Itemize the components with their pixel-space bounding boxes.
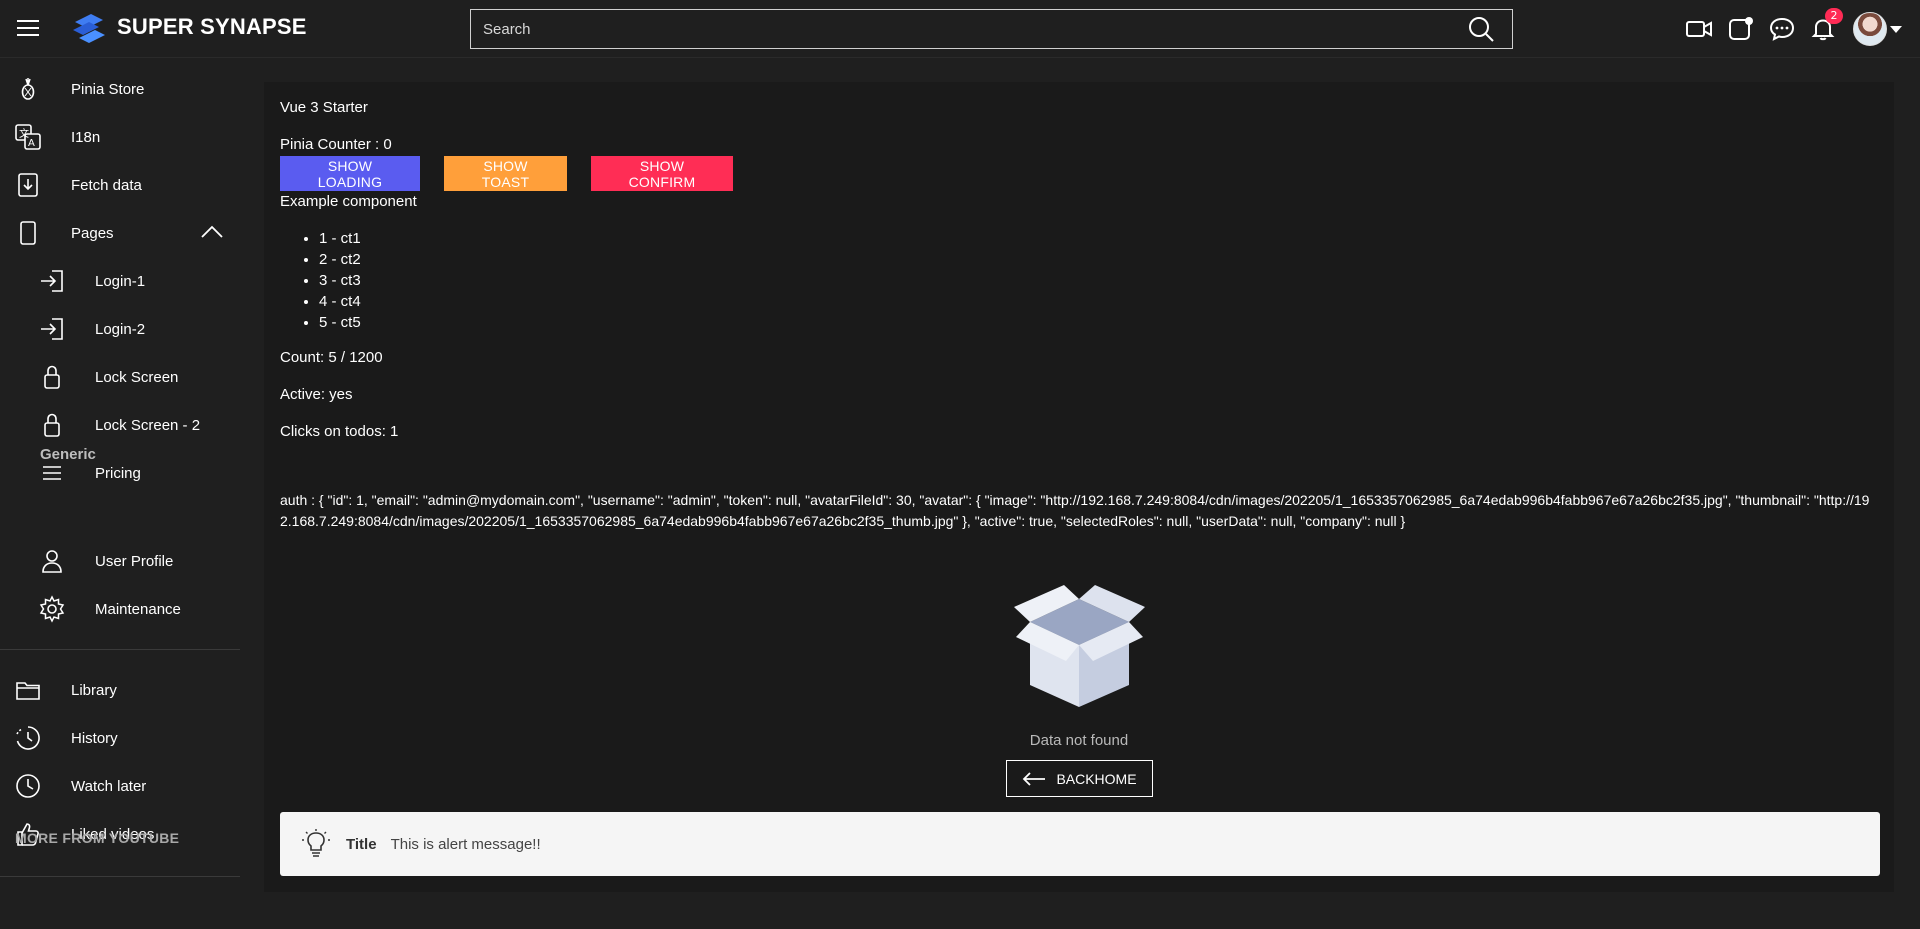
chevron-up-icon[interactable] xyxy=(200,224,224,240)
svg-text:A: A xyxy=(28,138,35,149)
download-icon xyxy=(14,171,42,199)
sidebar-item-label: Pricing xyxy=(95,464,141,482)
sidebar-item-library[interactable]: Library xyxy=(0,668,240,712)
clock-icon xyxy=(14,772,42,800)
sidebar-item-pinia-store[interactable]: Pinia Store xyxy=(0,67,240,111)
translate-icon: 文A xyxy=(14,123,42,151)
sidebar-divider xyxy=(0,876,240,877)
active-text: Active: yes xyxy=(280,386,353,403)
backhome-label: BACKHOME xyxy=(1056,770,1137,787)
sidebar-item-login-2[interactable]: Login-2 xyxy=(0,307,240,351)
search-input[interactable] xyxy=(471,10,1466,48)
history-icon xyxy=(14,724,42,752)
sidebar-item-label: Login-1 xyxy=(95,272,146,290)
video-camera-icon[interactable] xyxy=(1685,16,1713,42)
top-header: SUPER SYNAPSE 2 xyxy=(0,0,1920,58)
sidebar-item-label: Pages xyxy=(71,224,114,242)
brand-name: SUPER SYNAPSE xyxy=(117,14,307,39)
lock-icon xyxy=(38,411,66,439)
lightbulb-icon xyxy=(300,828,332,860)
list-item[interactable]: 2 - ct2 xyxy=(319,249,361,270)
page-title: Vue 3 Starter xyxy=(280,99,368,116)
chat-icon[interactable] xyxy=(1768,16,1796,42)
show-confirm-button[interactable]: SHOW CONFIRM xyxy=(591,156,733,191)
sidebar-item-pages[interactable]: Pages xyxy=(0,211,240,255)
auth-json-text: auth : { "id": 1, "email": "admin@mydoma… xyxy=(280,492,1870,529)
sidebar-item-maintenance[interactable]: Maintenance xyxy=(0,587,240,631)
hamburger-menu-icon[interactable] xyxy=(17,19,39,37)
empty-box-icon xyxy=(1012,577,1147,712)
pinia-counter: Pinia Counter : 0 xyxy=(280,136,392,153)
todo-list: 1 - ct1 2 - ct2 3 - ct3 4 - ct4 5 - ct5 xyxy=(319,228,361,333)
sidebar-divider xyxy=(0,649,240,650)
search-bar xyxy=(470,9,1513,49)
sidebar-item-label: Lock Screen - 2 xyxy=(95,416,201,434)
sidebar-item-label: Maintenance xyxy=(95,600,181,618)
show-loading-button[interactable]: SHOW LOADING xyxy=(280,156,420,191)
notification-badge: 2 xyxy=(1825,8,1843,24)
pineapple-icon xyxy=(14,75,42,103)
sidebar-item-label: Login-2 xyxy=(95,320,146,338)
caret-down-icon[interactable] xyxy=(1890,26,1902,33)
gear-icon xyxy=(38,595,66,623)
sidebar-item-label: Library xyxy=(71,681,117,699)
backhome-button[interactable]: BACKHOME xyxy=(1006,760,1153,797)
no-data-text: Data not found xyxy=(1029,732,1129,749)
sidebar-item-login-1[interactable]: Login-1 xyxy=(0,259,240,303)
menu-lines-icon xyxy=(38,459,66,487)
sidebar-item-fetch-data[interactable]: Fetch data xyxy=(0,163,240,207)
sidebar-item-user-profile[interactable]: User Profile xyxy=(0,539,240,583)
apps-icon[interactable] xyxy=(1727,16,1755,42)
sidebar-item-i18n[interactable]: 文A I18n xyxy=(0,115,240,159)
sidebar-item-label: Fetch data xyxy=(71,176,142,194)
show-toast-button[interactable]: SHOW TOAST xyxy=(444,156,567,191)
sidebar-item-label: I18n xyxy=(71,128,101,146)
page-icon xyxy=(14,219,42,247)
alert-box: Title This is alert message!! xyxy=(280,812,1880,876)
alert-title: Title xyxy=(346,835,377,853)
list-item[interactable]: 5 - ct5 xyxy=(319,312,361,333)
lock-icon xyxy=(38,363,66,391)
user-icon xyxy=(38,547,66,575)
sidebar-item-label: Watch later xyxy=(71,777,147,795)
list-item[interactable]: 3 - ct3 xyxy=(319,270,361,291)
sidebar-item-label: History xyxy=(71,729,118,747)
sidebar-item-history[interactable]: History xyxy=(0,716,240,760)
login-icon xyxy=(38,267,66,295)
clicks-text: Clicks on todos: 1 xyxy=(280,423,399,440)
main-content: Vue 3 Starter Pinia Counter : 0 SHOW LOA… xyxy=(264,82,1894,892)
search-icon[interactable] xyxy=(1466,14,1496,44)
section-title-generic: Generic xyxy=(40,446,96,463)
user-avatar[interactable] xyxy=(1853,12,1887,46)
sidebar-item-lock-screen-2[interactable]: Lock Screen - 2 xyxy=(0,403,240,447)
folder-icon xyxy=(14,676,42,704)
arrow-left-icon xyxy=(1022,771,1046,786)
sidebar: Pinia Store 文A I18n Fetch data Pages Log… xyxy=(0,58,240,929)
count-text: Count: 5 / 1200 xyxy=(280,349,383,366)
alert-message: This is alert message!! xyxy=(390,835,541,853)
synapse-logo-icon xyxy=(69,12,109,46)
sidebar-item-lock-screen[interactable]: Lock Screen xyxy=(0,355,240,399)
sidebar-item-label: User Profile xyxy=(95,552,174,570)
sidebar-item-watch-later[interactable]: Watch later xyxy=(0,764,240,808)
login-icon xyxy=(38,315,66,343)
list-item[interactable]: 1 - ct1 xyxy=(319,228,361,249)
section-title-more-from-youtube: MORE FROM YOUTUBE xyxy=(15,830,180,846)
example-component-label: Example component xyxy=(280,193,417,210)
list-item[interactable]: 4 - ct4 xyxy=(319,291,361,312)
sidebar-item-label: Lock Screen xyxy=(95,368,179,386)
sidebar-item-pricing[interactable]: Pricing xyxy=(0,451,240,495)
sidebar-item-label: Pinia Store xyxy=(71,80,145,98)
